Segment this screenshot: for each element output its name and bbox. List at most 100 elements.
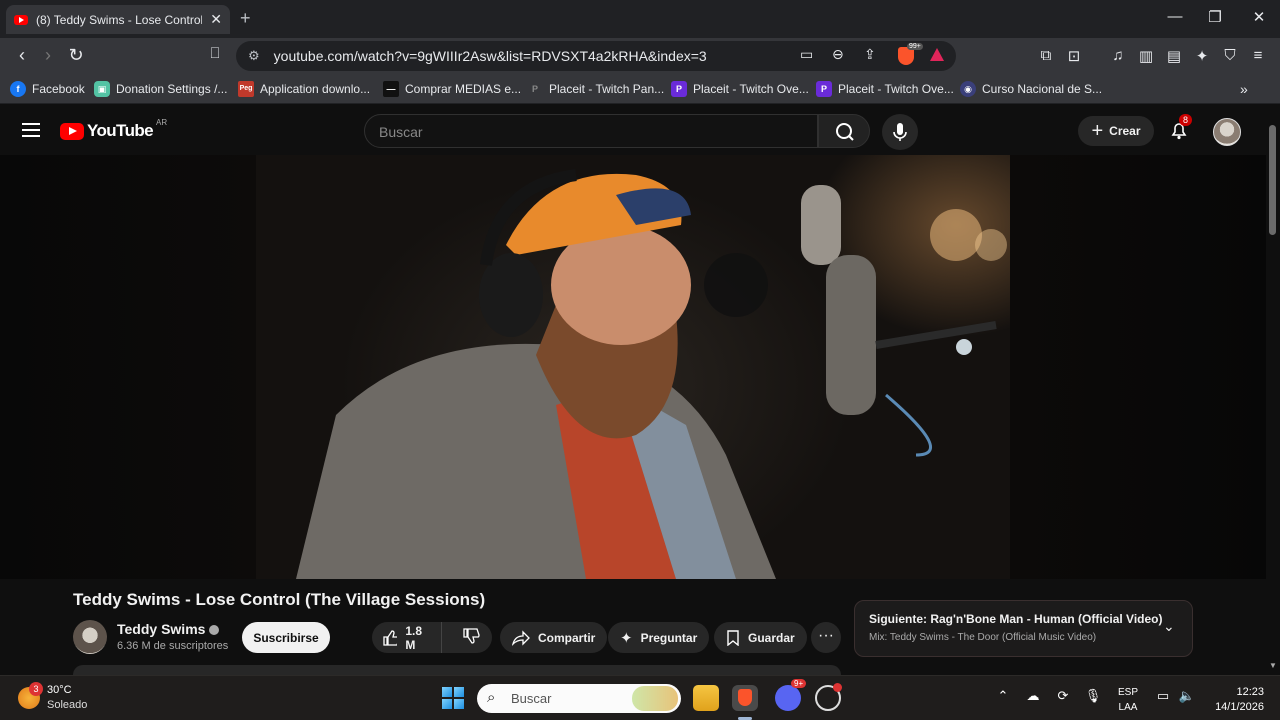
address-bar[interactable]: ⚙ youtube.com/watch?v=9gWIIIr2Asw&list=R…: [236, 41, 956, 71]
media-controls-icon[interactable]: ♫: [1108, 47, 1128, 64]
wallet-icon[interactable]: ▤: [1164, 47, 1184, 65]
maximize-icon[interactable]: ❐: [1200, 8, 1230, 26]
youtube-header: YouTube AR Buscar + Crear 8: [0, 105, 1266, 155]
guide-menu-icon[interactable]: [22, 123, 40, 141]
start-button[interactable]: [442, 687, 464, 709]
bookmark-donation-settings[interactable]: ▣ Donation Settings /...: [94, 81, 227, 97]
new-tab-icon[interactable]: +: [240, 8, 251, 29]
sparkle-icon: ✦: [620, 629, 633, 647]
discord-icon[interactable]: 9+: [775, 679, 807, 711]
zoom-icon[interactable]: ⊖: [832, 46, 844, 63]
search-button[interactable]: [818, 114, 870, 148]
sync-icon[interactable]: ⟳: [1054, 688, 1072, 704]
thumbs-up-icon: [383, 629, 398, 646]
app-taskbar-icon[interactable]: [815, 683, 842, 711]
scroll-down-icon[interactable]: ▼: [1269, 661, 1277, 670]
site-settings-icon[interactable]: ⚙: [248, 48, 260, 64]
share-button[interactable]: Compartir: [500, 622, 608, 653]
search-highlight-image: [632, 686, 678, 711]
up-next-card[interactable]: Siguiente: Rag'n'Bone Man - Human (Offic…: [854, 600, 1193, 657]
brave-rewards-icon[interactable]: [930, 48, 944, 61]
leo-ai-icon[interactable]: ✦: [1192, 47, 1212, 65]
bookmarks-overflow-icon[interactable]: »: [1240, 81, 1248, 97]
up-next-subtitle: Mix: Teddy Swims - The Door (Official Mu…: [869, 632, 1097, 643]
up-next-title: Siguiente: Rag'n'Bone Man - Human (Offic…: [869, 612, 1163, 626]
peg-icon: Peg: [238, 81, 254, 97]
dislike-button[interactable]: [450, 627, 492, 648]
minimize-icon[interactable]: —: [1160, 8, 1190, 25]
more-actions-icon[interactable]: ···: [811, 622, 841, 653]
network-icon[interactable]: ▭: [1154, 688, 1172, 704]
input-language[interactable]: ESP LAA: [1118, 685, 1138, 715]
youtube-favicon-icon: [14, 14, 28, 25]
account-avatar[interactable]: [1213, 118, 1241, 146]
language-code: ESP: [1118, 687, 1139, 698]
forward-icon[interactable]: ›: [36, 45, 60, 66]
microphone-tray-icon[interactable]: 🎙: [1084, 688, 1102, 704]
onedrive-icon[interactable]: ☁: [1024, 688, 1042, 704]
keyboard-layout: LAA: [1118, 702, 1138, 713]
youtube-wordmark: YouTube: [87, 121, 154, 140]
subscribe-button[interactable]: Suscribirse: [242, 622, 330, 653]
bookmark-label: Application downlo...: [260, 82, 371, 96]
save-label: Guardar: [748, 630, 795, 645]
shields-count: 99+: [907, 43, 923, 50]
clock-date: 14/1/2026: [1215, 701, 1264, 713]
create-button[interactable]: + Crear: [1078, 116, 1154, 146]
bookmark-icon[interactable]: ⎕: [203, 45, 227, 62]
bookmarks-bar: f Facebook ▣ Donation Settings /... Peg …: [0, 74, 1280, 104]
bookmark-curso-nacional[interactable]: ◉ Curso Nacional de S...: [960, 81, 1102, 97]
ambient-right: [1010, 155, 1266, 579]
channel-name[interactable]: Teddy Swims: [117, 621, 220, 637]
system-clock[interactable]: 12:23 14/1/2026: [1208, 685, 1264, 715]
bookmark-application-download[interactable]: Peg Application downlo...: [238, 81, 370, 97]
chevron-down-icon[interactable]: ⌄: [1163, 618, 1175, 635]
window-close-icon[interactable]: ✕: [1244, 8, 1274, 26]
scrollbar-thumb[interactable]: [1269, 125, 1276, 235]
brave-shields-icon[interactable]: 99+: [898, 43, 923, 65]
video-title: Teddy Swims - Lose Control (The Village …: [73, 590, 486, 609]
notifications-button[interactable]: 8: [1168, 114, 1193, 141]
file-explorer-icon[interactable]: [693, 685, 719, 711]
bookmark-placeit-twitch-panel[interactable]: P Placeit - Twitch Pan...: [527, 81, 664, 97]
back-icon[interactable]: ‹: [10, 45, 34, 66]
microphone-icon: [893, 123, 907, 141]
bookmark-label: Placeit - Twitch Pan...: [549, 82, 665, 96]
save-button[interactable]: Guardar: [714, 622, 807, 653]
shop-icon: —: [383, 81, 399, 97]
placeit-icon: P: [671, 81, 687, 97]
temperature: 30°C: [47, 684, 72, 696]
ask-button[interactable]: ✦ Preguntar: [608, 622, 710, 653]
extensions-icon[interactable]: ⧉: [1036, 47, 1056, 64]
bookmark-facebook[interactable]: f Facebook: [10, 81, 85, 97]
share-page-icon[interactable]: ⇪: [864, 46, 876, 63]
volume-icon[interactable]: 🔈: [1178, 688, 1196, 704]
youtube-logo[interactable]: YouTube AR: [60, 117, 168, 141]
bookmark-placeit-twitch-overlay-2[interactable]: P Placeit - Twitch Ove...: [816, 81, 954, 97]
bookmark-label: Placeit - Twitch Ove...: [693, 82, 809, 96]
bookmark-label: Curso Nacional de S...: [982, 82, 1103, 96]
cast-icon[interactable]: ▭: [800, 46, 813, 63]
voice-search-button[interactable]: [882, 114, 918, 150]
bookmark-placeit-twitch-overlay-1[interactable]: P Placeit - Twitch Ove...: [671, 81, 809, 97]
like-button[interactable]: 1.8 M: [372, 622, 442, 653]
country-code: AR: [156, 117, 168, 127]
search-input[interactable]: Buscar: [364, 114, 818, 148]
screenshot-icon[interactable]: ⊡: [1064, 47, 1084, 65]
menu-icon[interactable]: ≡: [1248, 47, 1268, 64]
tab-close-icon[interactable]: ✕: [210, 11, 222, 28]
channel-avatar[interactable]: [73, 620, 107, 654]
page-scrollbar[interactable]: ▼: [1266, 105, 1280, 675]
vpn-icon[interactable]: ⛉: [1220, 47, 1240, 64]
channel-name-text: Teddy Swims: [117, 621, 206, 637]
brave-browser-taskbar-icon[interactable]: [732, 685, 758, 711]
discord-badge: 9+: [791, 679, 807, 688]
plus-icon: +: [1091, 119, 1104, 142]
video-player[interactable]: [256, 155, 1010, 579]
browser-tab-youtube[interactable]: (8) Teddy Swims - Lose Control ( ✕: [6, 5, 230, 34]
sidebar-icon[interactable]: ▥: [1136, 47, 1156, 65]
bookmark-comprar-medias[interactable]: — Comprar MEDIAS e...: [383, 81, 521, 97]
tray-overflow-icon[interactable]: ⌃: [994, 688, 1012, 704]
taskbar-search[interactable]: ⌕ Buscar: [477, 684, 681, 713]
reload-icon[interactable]: ↻: [64, 45, 88, 66]
